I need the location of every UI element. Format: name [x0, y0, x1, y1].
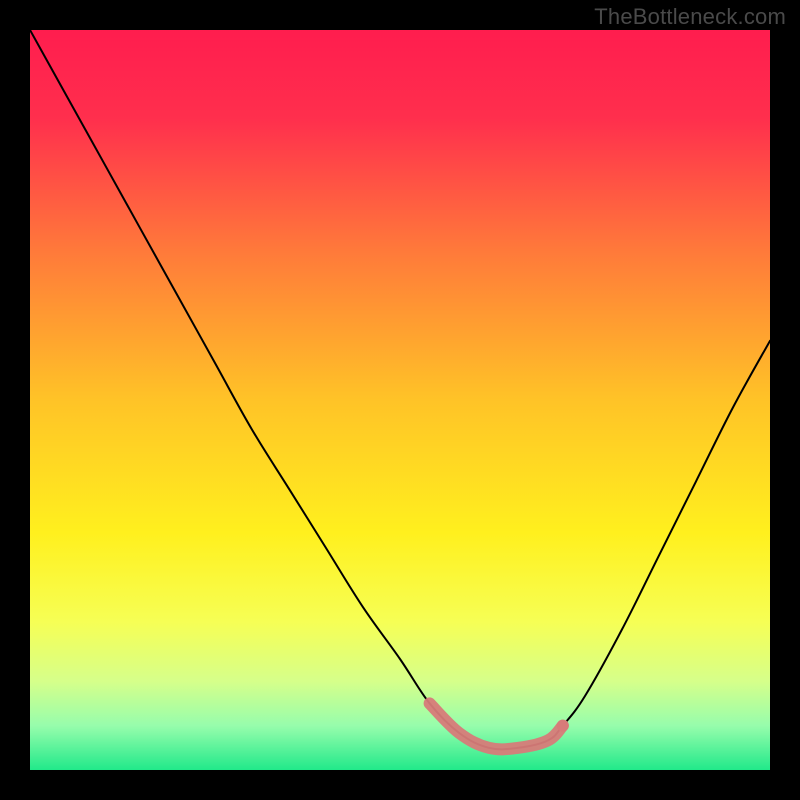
highlight-marker [557, 720, 569, 732]
chart-frame: TheBottleneck.com [0, 0, 800, 800]
watermark-text: TheBottleneck.com [594, 4, 786, 30]
bottleneck-chart [30, 30, 770, 770]
plot-area [30, 30, 770, 770]
